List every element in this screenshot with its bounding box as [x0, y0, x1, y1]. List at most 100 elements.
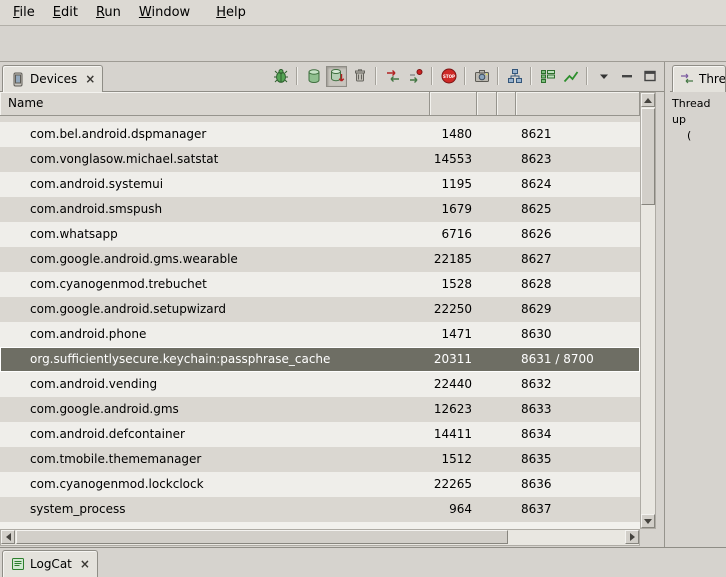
arrow-left-icon — [6, 533, 11, 541]
table-row[interactable]: com.whatsapp67168626 — [0, 222, 640, 247]
column-header-spacer-2[interactable] — [497, 92, 516, 115]
toolbar-separator — [586, 67, 588, 85]
column-spacer — [497, 297, 516, 322]
process-pid: 1679 — [430, 197, 477, 222]
column-spacer — [477, 147, 497, 172]
scroll-up-button[interactable] — [641, 93, 655, 107]
screen-capture-icon[interactable] — [471, 66, 492, 87]
column-header-port[interactable] — [516, 92, 640, 115]
system-info-icon[interactable] — [560, 66, 581, 87]
toolbar-separator — [375, 67, 377, 85]
table-row[interactable]: com.tmobile.thememanager15128635 — [0, 447, 640, 472]
menu-file[interactable]: File — [4, 2, 44, 23]
process-name: com.android.systemui — [0, 172, 430, 197]
close-icon[interactable]: × — [80, 558, 90, 570]
process-port: 8625 — [516, 197, 640, 222]
process-pid: 22265 — [430, 472, 477, 497]
tab-logcat[interactable]: LogCat × — [2, 550, 98, 577]
column-spacer — [497, 372, 516, 397]
process-name: com.cyanogenmod.trebuchet — [0, 272, 430, 297]
column-spacer — [497, 272, 516, 297]
threads-icon — [680, 72, 694, 87]
table-row[interactable]: com.android.defcontainer144118634 — [0, 422, 640, 447]
vertical-scrollbar[interactable] — [640, 92, 656, 529]
column-header-name[interactable]: Name — [0, 92, 430, 115]
device-table-body: com.bel.android.dspmanager14808621com.vo… — [0, 116, 640, 529]
update-heap-icon[interactable] — [303, 66, 324, 87]
column-spacer — [497, 247, 516, 272]
table-row[interactable]: com.google.android.setupwizard222508629 — [0, 297, 640, 322]
menu-edit[interactable]: Edit — [44, 2, 87, 23]
minimize-icon[interactable] — [616, 66, 637, 87]
process-pid: 1480 — [430, 122, 477, 147]
process-name: com.google.android.gms — [0, 397, 430, 422]
menu-run[interactable]: Run — [87, 2, 130, 23]
maximize-icon[interactable] — [639, 66, 660, 87]
update-threads-icon[interactable] — [382, 66, 403, 87]
horizontal-scroll-thumb[interactable] — [16, 530, 508, 544]
process-port: 8634 — [516, 422, 640, 447]
column-spacer — [477, 122, 497, 147]
column-spacer — [497, 122, 516, 147]
table-row[interactable]: com.vonglasow.michael.satstat145538623 — [0, 147, 640, 172]
scroll-right-button[interactable] — [625, 530, 639, 544]
arrow-down-icon — [644, 519, 652, 524]
process-pid: 964 — [430, 497, 477, 522]
start-method-profiling-icon[interactable] — [405, 66, 426, 87]
table-row[interactable]: com.google.android.gms126238633 — [0, 397, 640, 422]
column-spacer — [477, 272, 497, 297]
logcat-bar: LogCat × — [0, 547, 726, 577]
table-row[interactable]: com.bel.android.dspmanager14808621 — [0, 122, 640, 147]
table-row[interactable]: com.android.systemui11958624 — [0, 172, 640, 197]
table-row[interactable]: com.android.phone14718630 — [0, 322, 640, 347]
process-pid: 14553 — [430, 147, 477, 172]
process-port: 8633 — [516, 397, 640, 422]
menu-accelerator: H — [216, 5, 226, 20]
process-port: 8635 — [516, 447, 640, 472]
horizontal-scrollbar[interactable] — [0, 529, 640, 546]
scroll-down-button[interactable] — [641, 514, 655, 528]
tab-threads[interactable]: Threa — [672, 65, 726, 92]
close-icon[interactable]: × — [85, 73, 95, 85]
table-row[interactable]: com.android.smspush16798625 — [0, 197, 640, 222]
process-pid: 20311 — [430, 347, 477, 372]
menu-help[interactable]: Help — [207, 2, 255, 23]
main-toolbar — [0, 26, 726, 62]
toolbar-separator — [530, 67, 532, 85]
dump-hprof-icon[interactable] — [326, 66, 347, 87]
table-row[interactable]: com.cyanogenmod.trebuchet15288628 — [0, 272, 640, 297]
device-table: Name com.bel.android.dspmanager14808621c… — [0, 92, 657, 547]
process-pid: 14411 — [430, 422, 477, 447]
column-spacer — [477, 247, 497, 272]
column-spacer — [497, 172, 516, 197]
tab-devices-label: Devices — [30, 72, 77, 86]
stop-process-icon[interactable]: STOP — [438, 66, 459, 87]
process-name: com.cyanogenmod.lockclock — [0, 472, 430, 497]
menu-window[interactable]: Window — [130, 2, 199, 23]
column-spacer — [477, 172, 497, 197]
table-row[interactable]: com.cyanogenmod.lockclock222658636 — [0, 472, 640, 497]
vertical-scroll-thumb[interactable] — [641, 108, 655, 205]
table-row[interactable]: system_process9648637 — [0, 497, 640, 522]
column-spacer — [497, 197, 516, 222]
column-spacer — [477, 497, 497, 522]
column-spacer — [497, 397, 516, 422]
table-row[interactable]: org.sufficientlysecure.keychain:passphra… — [0, 347, 640, 372]
tab-devices[interactable]: Devices × — [2, 65, 103, 92]
svg-text:STOP: STOP — [443, 74, 455, 79]
capture-tree-icon[interactable] — [537, 66, 558, 87]
process-name: com.bel.android.dspmanager — [0, 122, 430, 147]
table-header: Name — [0, 92, 640, 116]
scroll-left-button[interactable] — [1, 530, 15, 544]
debug-process-icon[interactable] — [270, 66, 291, 87]
cause-gc-icon[interactable] — [349, 66, 370, 87]
view-menu-icon[interactable] — [593, 66, 614, 87]
toolbar-separator — [464, 67, 466, 85]
table-row[interactable]: com.android.vending224408632 — [0, 372, 640, 397]
column-header-pid[interactable] — [430, 92, 477, 115]
table-row[interactable]: com.google.android.gms.wearable221858627 — [0, 247, 640, 272]
threads-panel: Threa Thread up ( — [670, 62, 726, 547]
dump-view-hierarchy-icon[interactable] — [504, 66, 525, 87]
column-spacer — [477, 197, 497, 222]
column-header-spacer-1[interactable] — [477, 92, 497, 115]
